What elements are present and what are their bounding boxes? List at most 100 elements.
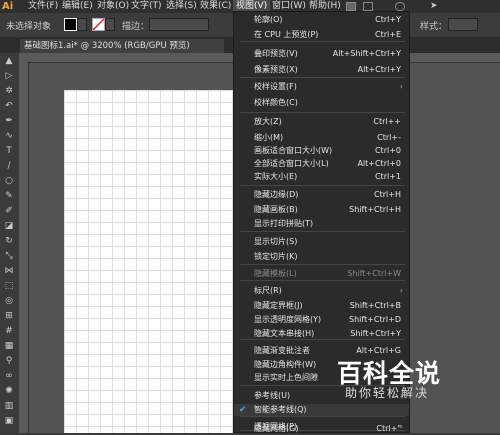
menu-separator bbox=[240, 339, 405, 340]
view-menu-item-label: 隐藏画板(B) bbox=[254, 205, 298, 214]
paintbrush-icon[interactable]: ✎ bbox=[3, 190, 15, 202]
view-menu-item[interactable]: 隐藏网格(G) Ctrl+" bbox=[234, 423, 409, 435]
stroke-swatch-icon[interactable] bbox=[92, 18, 105, 31]
eraser-icon[interactable]: ◪ bbox=[3, 220, 15, 232]
rotate-tool-icon[interactable]: ↻ bbox=[3, 235, 15, 247]
view-menu-item-label: 隐藏边角构件(W) bbox=[254, 360, 317, 369]
view-menu-item[interactable]: 轮廓(O) Ctrl+Y bbox=[234, 14, 409, 26]
artboard-tool-icon[interactable]: ▣ bbox=[3, 415, 15, 427]
menu-object[interactable]: 对象(O) bbox=[97, 0, 129, 13]
view-menu-item-label: 智能参考线(Q) bbox=[254, 405, 307, 414]
menu-type[interactable]: 文字(T) bbox=[131, 0, 162, 13]
menu-separator bbox=[240, 41, 405, 42]
view-menu-item[interactable]: 显示打印拼贴(T) bbox=[234, 218, 409, 230]
view-menu-item[interactable]: 显示透明度网格(Y) Shift+Ctrl+D bbox=[234, 314, 409, 326]
view-menu-item: 隐藏模板(L) Shift+Ctrl+W bbox=[234, 268, 409, 280]
perspective-grid-icon[interactable]: ⊞ bbox=[3, 310, 15, 322]
magic-wand-icon[interactable]: ✲ bbox=[3, 85, 15, 97]
graph-tool-icon[interactable]: ▥ bbox=[3, 400, 15, 412]
view-menu-item[interactable]: 缩小(M) Ctrl+- bbox=[234, 132, 409, 144]
style-label: 样式： bbox=[420, 22, 448, 32]
view-menu-item[interactable]: 校样颜色(C) bbox=[234, 97, 409, 109]
layers-icon[interactable] bbox=[395, 2, 405, 11]
stroke-label: 描边： bbox=[122, 22, 150, 32]
lasso-icon[interactable]: ↶ bbox=[3, 100, 15, 112]
scale-tool-icon[interactable]: ⤡ bbox=[3, 250, 15, 262]
selection-tool-icon[interactable]: ▲ bbox=[3, 55, 15, 67]
document-tab[interactable]: 基础图标1.ai* @ 3200% (RGB/GPU 预览) bbox=[20, 39, 224, 53]
view-menu-item-label: 隐藏网格(G) bbox=[254, 424, 299, 433]
view-menu-item-shortcut: Ctrl+0 bbox=[374, 146, 401, 155]
line-tool-icon[interactable]: / bbox=[3, 160, 15, 172]
free-transform-icon[interactable]: ⬚ bbox=[3, 280, 15, 292]
shape-builder-icon[interactable]: ◎ bbox=[3, 295, 15, 307]
view-menu-item-shortcut: Ctrl++ bbox=[373, 117, 401, 126]
view-menu-item-label: 隐藏模板(L) bbox=[254, 269, 297, 278]
vertical-ruler[interactable] bbox=[19, 62, 29, 433]
view-menu-item[interactable]: 锁定切片(K) bbox=[234, 251, 409, 263]
view-menu-item[interactable]: 隐藏边缘(D) Ctrl+H bbox=[234, 189, 409, 201]
view-menu-item-label: 隐藏渐变批注者 bbox=[254, 346, 310, 355]
menu-effect[interactable]: 效果(C) bbox=[200, 0, 231, 13]
submenu-arrow-icon: › bbox=[399, 82, 403, 91]
view-menu-item-label: 画板适合窗口大小(W) bbox=[254, 146, 333, 155]
view-menu-item-shortcut: Alt+Shift+Ctrl+Y bbox=[332, 49, 401, 58]
type-tool-icon[interactable]: T bbox=[3, 145, 15, 157]
view-menu-item[interactable]: 隐藏画板(B) Shift+Ctrl+H bbox=[234, 204, 409, 216]
menu-separator bbox=[240, 77, 405, 78]
symbol-sprayer-icon[interactable]: ✺ bbox=[3, 385, 15, 397]
menu-edit[interactable]: 编辑(E) bbox=[62, 0, 93, 13]
view-menu-item[interactable]: 全部适合窗口大小(L) Alt+Ctrl+0 bbox=[234, 158, 409, 170]
fill-dropdown[interactable] bbox=[77, 18, 87, 31]
bridge-icon[interactable] bbox=[346, 2, 356, 11]
shaper-tool-icon[interactable]: ✐ bbox=[3, 205, 15, 217]
view-menu-item-shortcut: Ctrl+1 bbox=[374, 172, 401, 181]
view-menu-item[interactable]: 标尺(R) › bbox=[234, 285, 409, 297]
curvature-tool-icon[interactable]: ∿ bbox=[3, 130, 15, 142]
pen-tool-icon[interactable]: ✒ bbox=[3, 115, 15, 127]
view-menu-item[interactable]: 显示切片(S) bbox=[234, 236, 409, 248]
stroke-weight-field[interactable] bbox=[149, 18, 209, 31]
view-menu-item-label: 显示透明度网格(Y) bbox=[254, 315, 322, 324]
menu-file[interactable]: 文件(F) bbox=[28, 0, 58, 13]
eyedropper-icon[interactable]: ⚲ bbox=[3, 355, 15, 367]
view-menu-item-shortcut: Ctrl+Y bbox=[375, 15, 401, 24]
view-menu-item-label: 轮廓(O) bbox=[254, 15, 283, 24]
fill-swatch[interactable] bbox=[64, 18, 77, 31]
view-menu-item-label: 校样颜色(C) bbox=[254, 98, 298, 107]
menu-separator bbox=[240, 231, 405, 232]
view-menu-item-label: 校样设置(F) bbox=[254, 82, 297, 91]
view-menu-item-label: 锁定切片(K) bbox=[254, 252, 298, 261]
stroke-dropdown[interactable] bbox=[105, 18, 115, 31]
view-menu-item-label: 缩小(M) bbox=[254, 133, 284, 142]
view-menu-item[interactable]: 叠印预览(V) Alt+Shift+Ctrl+Y bbox=[234, 48, 409, 60]
view-menu-item-label: 全部适合窗口大小(L) bbox=[254, 159, 329, 168]
width-tool-icon[interactable]: ⋈ bbox=[3, 265, 15, 277]
menu-separator bbox=[240, 185, 405, 186]
view-menu-item-label: 实际大小(E) bbox=[254, 172, 298, 181]
view-menu-item[interactable]: 隐藏定界框(J) Shift+Ctrl+B bbox=[234, 300, 409, 312]
mesh-tool-icon[interactable]: # bbox=[3, 325, 15, 337]
view-menu-item[interactable]: 在 CPU 上预览(P) Ctrl+E bbox=[234, 29, 409, 41]
menu-select[interactable]: 选择(S) bbox=[166, 0, 197, 13]
view-menu-item-shortcut: Shift+Ctrl+W bbox=[347, 269, 401, 278]
view-menu-item-shortcut: Alt+Ctrl+Y bbox=[357, 65, 401, 74]
blend-tool-icon[interactable]: ∞ bbox=[3, 370, 15, 382]
arrange-icon[interactable] bbox=[363, 2, 373, 11]
view-menu-item[interactable]: 实际大小(E) Ctrl+1 bbox=[234, 171, 409, 183]
send-icon[interactable]: ➤ bbox=[430, 0, 438, 13]
direct-selection-tool-icon[interactable]: ▷ bbox=[3, 70, 15, 82]
view-menu-item-label: 标尺(R) bbox=[254, 286, 282, 295]
document-tab-title: 基础图标1.ai* @ 3200% (RGB/GPU 预览) bbox=[24, 41, 190, 51]
view-menu-item[interactable]: 像素预览(X) Alt+Ctrl+Y bbox=[234, 64, 409, 76]
view-menu-item[interactable]: 放大(Z) Ctrl++ bbox=[234, 116, 409, 128]
watermark: 百科全说 助你轻松解决 bbox=[337, 348, 487, 406]
view-menu-item-label: 显示打印拼贴(T) bbox=[254, 219, 314, 228]
ellipse-tool-icon[interactable]: ○ bbox=[3, 175, 15, 187]
style-dropdown[interactable] bbox=[448, 18, 478, 31]
gradient-tool-icon[interactable]: ▦ bbox=[3, 340, 15, 352]
view-menu-item-shortcut: Ctrl+" bbox=[376, 424, 401, 433]
view-menu-item[interactable]: 校样设置(F) › bbox=[234, 81, 409, 93]
view-menu-item[interactable]: 画板适合窗口大小(W) Ctrl+0 bbox=[234, 145, 409, 157]
artboard-grid[interactable] bbox=[64, 90, 234, 433]
